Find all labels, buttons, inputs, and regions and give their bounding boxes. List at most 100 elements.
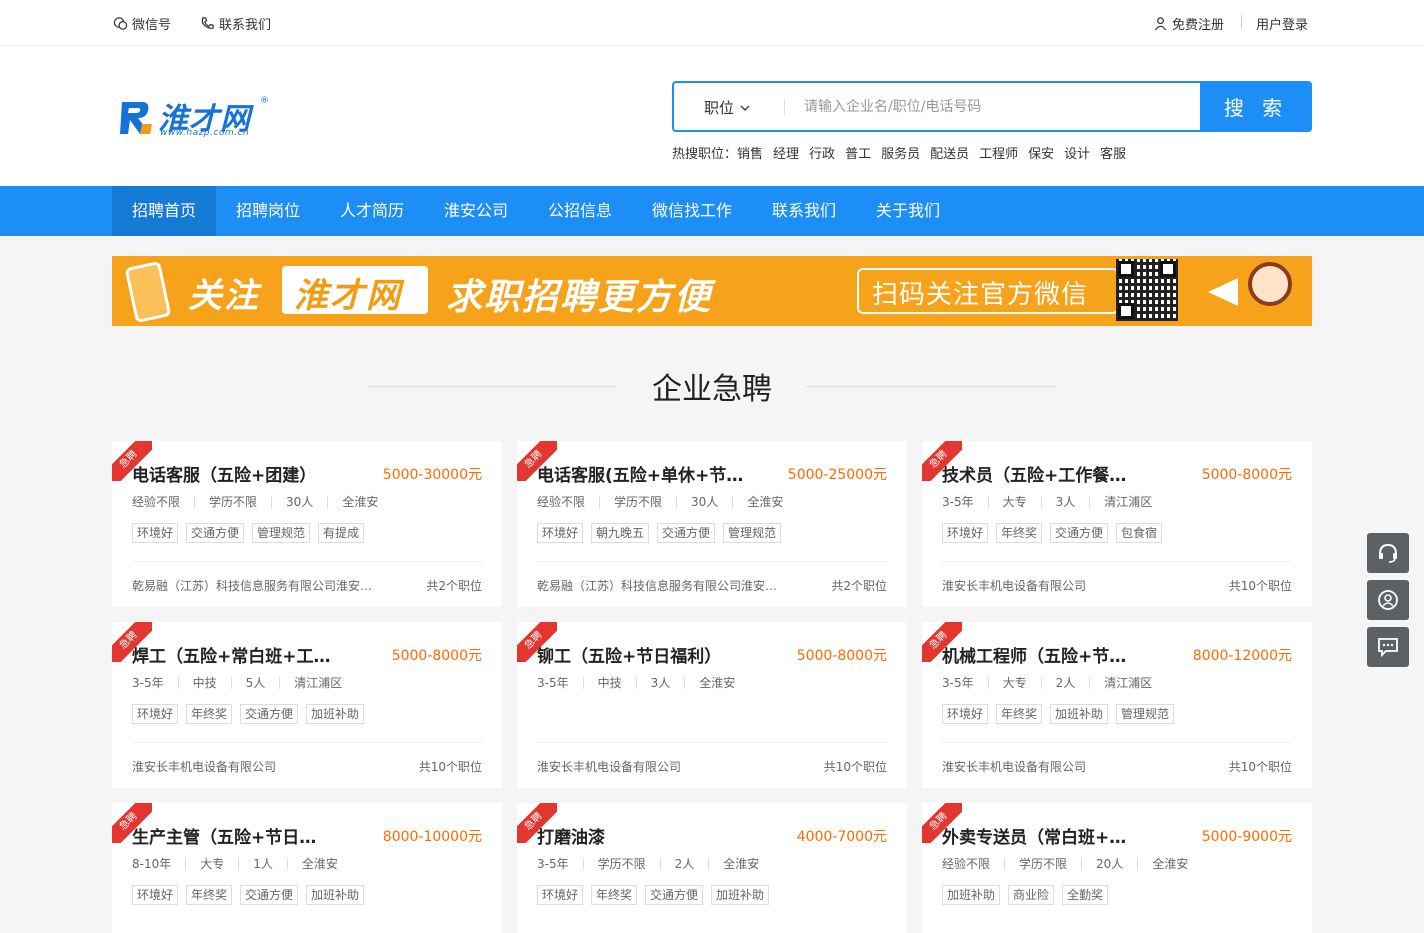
- nav-about[interactable]: 关于我们: [856, 186, 960, 236]
- banner-text-slogan: 求职招聘更方便: [446, 277, 713, 318]
- job-salary: 5000-25000元: [787, 467, 887, 483]
- job-count[interactable]: 共2个职位: [426, 577, 482, 594]
- search-category-label: 职位: [704, 99, 735, 117]
- nav-public-recruit[interactable]: 公招信息: [528, 186, 632, 236]
- top-bar: 微信号 联系我们 免费注册 用户登录: [0, 0, 1424, 46]
- site-logo[interactable]: 淮才网 www.hazp.com.cn ®: [116, 96, 272, 138]
- job-count[interactable]: 共10个职位: [419, 758, 482, 775]
- wechat-link[interactable]: 微信号: [113, 14, 171, 33]
- hot-item[interactable]: 设计: [1064, 143, 1090, 162]
- job-meta-item: 大专: [987, 496, 1041, 508]
- job-title[interactable]: 铆工（五险+节日福利）: [537, 642, 787, 667]
- card-divider: [132, 561, 482, 562]
- job-tag: 交通方便: [240, 885, 299, 905]
- job-meta-item: 1人: [238, 858, 287, 870]
- job-card[interactable]: 急聘 生产主管（五险+节日… 8000-10000元 8-10年 大专 1人 全淮安 环境好年…: [112, 803, 502, 933]
- job-tag: 加班补助: [306, 704, 365, 724]
- job-title[interactable]: 技术员（五险+工作餐…: [942, 461, 1192, 486]
- job-tags: 环境好 年终奖 交通方便 加班补助: [537, 885, 770, 905]
- company-name[interactable]: 乾易融（江苏）科技信息服务有限公司淮安…: [132, 577, 377, 594]
- nav-companies[interactable]: 淮安公司: [424, 186, 528, 236]
- job-count[interactable]: 共10个职位: [1229, 577, 1292, 594]
- promo-banner[interactable]: 关注 淮才网 求职招聘更方便 扫码关注官方微信: [112, 256, 1312, 326]
- search-category-select[interactable]: 职位: [704, 97, 750, 118]
- login-link[interactable]: 用户登录: [1256, 14, 1308, 33]
- job-card[interactable]: 急聘 铆工（五险+节日福利） 5000-8000元 3-5年 中技 3人 全淮安 淮安长丰机电…: [517, 622, 907, 788]
- job-meta-item: 中技: [177, 677, 231, 689]
- job-meta-item: 经验不限: [132, 495, 181, 509]
- job-count[interactable]: 共2个职位: [831, 577, 887, 594]
- search-button[interactable]: 搜 索: [1200, 81, 1312, 132]
- job-count[interactable]: 共10个职位: [1229, 758, 1292, 775]
- company-name[interactable]: 淮安长丰机电设备有限公司: [942, 577, 1187, 594]
- job-tag: 年终奖: [996, 523, 1043, 543]
- banner-text-brand: 淮才网: [294, 276, 402, 316]
- job-title[interactable]: 机械工程师（五险+节…: [942, 642, 1192, 667]
- job-card[interactable]: 急聘 打磨油漆 4000-7000元 3-5年 学历不限 2人 全淮安 环境好 年终奖 交通方便加…: [517, 803, 907, 933]
- hot-item[interactable]: 服务员: [881, 143, 920, 162]
- job-salary: 8000-10000元: [382, 829, 482, 845]
- job-meta-item: 大专: [185, 858, 238, 870]
- job-title[interactable]: 焊工（五险+常白班+工…: [132, 642, 382, 667]
- job-tag: 有提成: [318, 523, 365, 543]
- job-salary: 4000-7000元: [796, 829, 887, 845]
- job-meta-item: 全淮安: [327, 496, 392, 508]
- divider: [1241, 15, 1242, 29]
- register-link[interactable]: 免费注册: [1153, 14, 1224, 33]
- job-card[interactable]: 急聘 电话客服（五险+团建） 5000-30000元 经验不限 学历不限 30人 全淮安 环境…: [112, 441, 502, 607]
- job-card[interactable]: 急聘 电话客服(五险+单休+节… 5000-25000元 经验不限 学历不限 30人 全淮安…: [517, 441, 907, 607]
- job-tag: 年终奖: [996, 704, 1043, 724]
- wechat-icon: [113, 17, 128, 30]
- job-tag: 商业险: [1008, 885, 1055, 905]
- job-title[interactable]: 外卖专送员（常白班+…: [942, 823, 1192, 848]
- job-tag: 年终奖: [591, 885, 638, 905]
- company-name[interactable]: 淮安长丰机电设备有限公司: [132, 758, 377, 775]
- company-name[interactable]: 淮安长丰机电设备有限公司: [942, 758, 1187, 775]
- job-title[interactable]: 生产主管（五险+节日…: [132, 823, 382, 848]
- company-name[interactable]: 乾易融（江苏）科技信息服务有限公司淮安…: [537, 577, 782, 594]
- job-tag: 朝九晚五: [591, 523, 650, 543]
- job-count[interactable]: 共10个职位: [824, 758, 887, 775]
- job-title[interactable]: 电话客服（五险+团建）: [132, 461, 382, 486]
- job-meta-item: 30人: [271, 496, 327, 508]
- hot-item[interactable]: 客服: [1100, 143, 1126, 162]
- job-meta: 3-5年 中技 5人 清江浦区: [132, 677, 356, 689]
- hot-item[interactable]: 工程师: [979, 143, 1018, 162]
- hot-item[interactable]: 行政: [809, 143, 835, 162]
- job-card[interactable]: 急聘 焊工（五险+常白班+工… 5000-8000元 3-5年 中技 5人 清江浦区 环境好年…: [112, 622, 502, 788]
- card-divider: [537, 561, 887, 562]
- job-tags: 环境好 年终奖 交通方便 加班补助: [132, 885, 365, 905]
- job-tag: 管理规范: [252, 523, 311, 543]
- section-title: 企业急聘: [652, 372, 772, 407]
- company-name[interactable]: 淮安长丰机电设备有限公司: [537, 758, 782, 775]
- nav-wechat-jobs[interactable]: 微信找工作: [632, 186, 752, 236]
- register-label: 免费注册: [1172, 18, 1225, 33]
- customer-service-button[interactable]: [1367, 533, 1409, 573]
- hot-item[interactable]: 销售: [737, 143, 763, 162]
- job-tag: 管理规范: [1116, 704, 1175, 724]
- feedback-button[interactable]: [1367, 627, 1409, 667]
- job-title[interactable]: 电话客服(五险+单休+节…: [537, 461, 787, 486]
- job-meta: 经验不限 学历不限 30人 全淮安: [537, 496, 797, 508]
- job-meta-item: 学历不限: [1004, 858, 1081, 870]
- nav-jobs[interactable]: 招聘岗位: [216, 186, 320, 236]
- nav-resumes[interactable]: 人才简历: [320, 186, 424, 236]
- job-meta-item: 全淮安: [732, 496, 797, 508]
- job-card[interactable]: 急聘 机械工程师（五险+节… 8000-12000元 3-5年 大专 2人 清江浦区 环境好年…: [922, 622, 1312, 788]
- hot-item[interactable]: 配送员: [930, 143, 969, 162]
- job-meta-item: 2人: [1040, 677, 1090, 689]
- girl-illustration: [1248, 262, 1292, 306]
- contact-link[interactable]: 联系我们: [200, 14, 271, 33]
- hot-item[interactable]: 普工: [845, 143, 871, 162]
- nav-contact[interactable]: 联系我们: [752, 186, 856, 236]
- account-button[interactable]: [1367, 580, 1409, 620]
- job-title[interactable]: 打磨油漆: [537, 823, 787, 848]
- hot-item[interactable]: 经理: [773, 143, 799, 162]
- job-card[interactable]: 急聘 技术员（五险+工作餐… 5000-8000元 3-5年 大专 3人 清江浦区 环境好 年终…: [922, 441, 1312, 607]
- search-input[interactable]: [804, 93, 1184, 121]
- hot-item[interactable]: 保安: [1028, 143, 1054, 162]
- nav-home[interactable]: 招聘首页: [112, 186, 217, 236]
- user-icon: [1154, 17, 1167, 31]
- job-card[interactable]: 急聘 外卖专送员（常白班+… 5000-9000元 经验不限 学历不限 20人 全淮安 加班补…: [922, 803, 1312, 933]
- search-divider: [784, 99, 785, 115]
